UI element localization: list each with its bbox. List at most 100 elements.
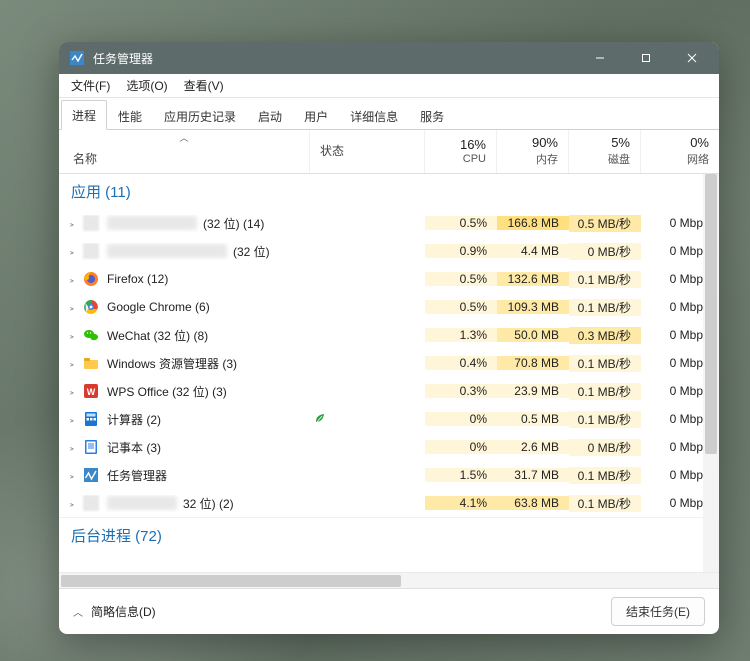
sort-indicator-icon: ︿	[69, 134, 299, 142]
group-background[interactable]: 后台进程 (72)	[59, 517, 719, 553]
process-name-label: WeChat (32 位) (8)	[107, 327, 208, 344]
horizontal-scrollbar-thumb[interactable]	[61, 575, 401, 587]
expand-chevron-icon[interactable]: ﹥	[65, 329, 79, 342]
process-name-label: 记事本 (3)	[107, 439, 161, 456]
vertical-scrollbar[interactable]	[703, 174, 719, 572]
col-header-cpu[interactable]: 16% CPU	[425, 130, 497, 173]
fewer-details-button[interactable]: ︿ 简略信息(D)	[73, 603, 156, 620]
redacted-name	[107, 244, 227, 258]
svg-text:W: W	[87, 387, 96, 397]
calc-icon	[83, 411, 99, 427]
menu-view[interactable]: 查看(V)	[176, 75, 232, 96]
menu-file[interactable]: 文件(F)	[63, 75, 118, 96]
redacted-name	[107, 496, 177, 510]
table-row[interactable]: ﹥Firefox (12)0.5%132.6 MB0.1 MB/秒0 Mbps	[59, 265, 719, 293]
table-row[interactable]: ﹥Windows 资源管理器 (3)0.4%70.8 MB0.1 MB/秒0 M…	[59, 349, 719, 377]
process-name-cell[interactable]: ﹥ 32 位) (2)	[59, 495, 310, 512]
process-name-cell[interactable]: ﹥ W WPS Office (32 位) (3)	[59, 383, 310, 400]
process-name-cell[interactable]: ﹥Windows 资源管理器 (3)	[59, 355, 310, 372]
tab-services[interactable]: 服务	[409, 101, 455, 130]
tabbar: 进程 性能 应用历史记录 启动 用户 详细信息 服务	[59, 98, 719, 130]
table-row[interactable]: ﹥记事本 (3)0%2.6 MB0 MB/秒0 Mbps	[59, 433, 719, 461]
process-name-label: WPS Office (32 位) (3)	[107, 383, 227, 400]
wechat-icon	[83, 327, 99, 343]
cpu-cell: 0.5%	[425, 300, 497, 314]
process-name-suffix: 32 位) (2)	[183, 495, 234, 512]
process-name-label: Google Chrome (6)	[107, 300, 210, 314]
expand-chevron-icon[interactable]: ﹥	[65, 245, 79, 258]
process-name-cell[interactable]: ﹥ WeChat (32 位) (8)	[59, 327, 310, 344]
table-row[interactable]: ﹥32 位) (2)4.1%63.8 MB0.1 MB/秒0 Mbps	[59, 489, 719, 517]
footer: ︿ 简略信息(D) 结束任务(E)	[59, 588, 719, 634]
vertical-scrollbar-thumb[interactable]	[705, 174, 717, 454]
tab-processes[interactable]: 进程	[61, 100, 107, 130]
process-name-cell[interactable]: ﹥ Google Chrome (6)	[59, 299, 310, 315]
memory-cell: 50.0 MB	[497, 328, 569, 342]
end-task-button[interactable]: 结束任务(E)	[611, 597, 705, 626]
col-header-network[interactable]: 0% 网络	[641, 130, 719, 173]
process-name-label: 计算器 (2)	[107, 411, 161, 428]
close-button[interactable]	[669, 42, 715, 74]
expand-chevron-icon[interactable]: ﹥	[65, 217, 79, 230]
disk-cell: 0.1 MB/秒	[569, 299, 641, 316]
eco-leaf-icon	[314, 412, 326, 427]
table-row[interactable]: ﹥(32 位) (14)0.5%166.8 MB0.5 MB/秒0 Mbps	[59, 209, 719, 237]
tab-details[interactable]: 详细信息	[339, 101, 409, 130]
expand-chevron-icon[interactable]: ﹥	[65, 413, 79, 426]
table-row[interactable]: ﹥WeChat (32 位) (8)1.3%50.0 MB0.3 MB/秒0 M…	[59, 321, 719, 349]
table-row[interactable]	[59, 553, 719, 572]
expand-chevron-icon[interactable]: ﹥	[65, 301, 79, 314]
horizontal-scrollbar[interactable]	[59, 572, 719, 588]
expand-chevron-icon[interactable]: ﹥	[65, 469, 79, 482]
tab-startup[interactable]: 启动	[247, 101, 293, 130]
col-header-status[interactable]: 状态	[310, 130, 425, 173]
process-name-cell[interactable]: ﹥Firefox (12)	[59, 271, 310, 287]
memory-cell: 109.3 MB	[497, 300, 569, 314]
group-apps[interactable]: 应用 (11)	[59, 174, 719, 209]
app-icon	[83, 495, 99, 511]
disk-cell: 0.1 MB/秒	[569, 411, 641, 428]
table-row[interactable]: ﹥WWPS Office (32 位) (3)0.3%23.9 MB0.1 MB…	[59, 377, 719, 405]
disk-cell: 0.1 MB/秒	[569, 467, 641, 484]
maximize-button[interactable]	[623, 42, 669, 74]
disk-cell: 0.3 MB/秒	[569, 327, 641, 344]
tab-app-history[interactable]: 应用历史记录	[153, 101, 247, 130]
memory-cell: 2.6 MB	[497, 440, 569, 454]
notepad-icon	[83, 439, 99, 455]
process-name-cell[interactable]: ﹥(32 位)	[59, 243, 310, 260]
menu-options[interactable]: 选项(O)	[118, 75, 175, 96]
process-name-cell[interactable]: ﹥ 记事本 (3)	[59, 439, 310, 456]
expand-chevron-icon[interactable]: ﹥	[65, 385, 79, 398]
explorer-icon	[83, 355, 99, 371]
expand-chevron-icon[interactable]: ﹥	[65, 273, 79, 286]
disk-cell: 0.1 MB/秒	[569, 355, 641, 372]
cpu-cell: 0%	[425, 412, 497, 426]
expand-chevron-icon[interactable]: ﹥	[65, 357, 79, 370]
table-row[interactable]: ﹥任务管理器1.5%31.7 MB0.1 MB/秒0 Mbps	[59, 461, 719, 489]
expand-chevron-icon[interactable]: ﹥	[65, 441, 79, 454]
tab-users[interactable]: 用户	[293, 101, 339, 130]
app-icon	[83, 215, 99, 231]
table-row[interactable]: ﹥计算器 (2)0%0.5 MB0.1 MB/秒0 Mbps	[59, 405, 719, 433]
col-header-memory[interactable]: 90% 内存	[497, 130, 569, 173]
memory-cell: 23.9 MB	[497, 384, 569, 398]
expand-chevron-icon[interactable]: ﹥	[65, 497, 79, 510]
titlebar[interactable]: 任务管理器	[59, 42, 719, 74]
cpu-cell: 0.5%	[425, 216, 497, 230]
menubar: 文件(F) 选项(O) 查看(V)	[59, 74, 719, 98]
table-row[interactable]: ﹥(32 位)0.9%4.4 MB0 MB/秒0 Mbps	[59, 237, 719, 265]
task-manager-window: 任务管理器 文件(F) 选项(O) 查看(V) 进程 性能 应用历史记录 启动 …	[59, 42, 719, 634]
process-name-cell[interactable]: ﹥ 计算器 (2)	[59, 411, 310, 428]
cpu-cell: 0.5%	[425, 272, 497, 286]
disk-cell: 0.1 MB/秒	[569, 383, 641, 400]
col-header-name[interactable]: ︿ 名称	[59, 130, 310, 173]
process-name-cell[interactable]: ﹥(32 位) (14)	[59, 215, 310, 232]
col-header-disk[interactable]: 5% 磁盘	[569, 130, 641, 173]
minimize-button[interactable]	[577, 42, 623, 74]
process-list[interactable]: 应用 (11) ﹥(32 位) (14)0.5%166.8 MB0.5 MB/秒…	[59, 174, 719, 572]
process-name-cell[interactable]: ﹥任务管理器	[59, 467, 310, 484]
memory-cell: 166.8 MB	[497, 216, 569, 230]
tab-performance[interactable]: 性能	[107, 101, 153, 130]
app-icon	[69, 50, 85, 66]
table-row[interactable]: ﹥Google Chrome (6)0.5%109.3 MB0.1 MB/秒0 …	[59, 293, 719, 321]
